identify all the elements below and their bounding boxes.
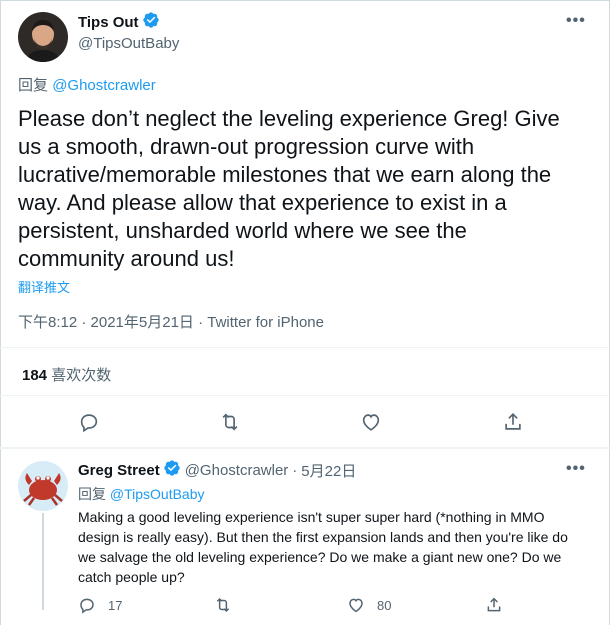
reply-prefix: 回复 xyxy=(78,486,106,502)
author-handle[interactable]: @TipsOutBaby xyxy=(78,35,179,52)
likes-summary[interactable]: 184 喜欢次数 xyxy=(22,364,111,385)
more-options-icon[interactable]: ••• xyxy=(566,12,586,30)
reply-author-handle[interactable]: @Ghostcrawler xyxy=(185,462,289,479)
more-options-icon[interactable]: ••• xyxy=(566,460,586,478)
author-name[interactable]: Tips Out xyxy=(78,14,139,31)
translate-tweet-link[interactable]: 翻译推文 xyxy=(18,277,70,296)
likes-count: 184 xyxy=(22,367,48,384)
verified-badge-icon xyxy=(142,11,160,34)
like-count: 80 xyxy=(377,597,392,613)
heart-icon xyxy=(349,598,363,613)
greg-street-avatar[interactable] xyxy=(18,461,68,511)
divider xyxy=(0,347,610,348)
reply-replying-to: 回复 @TipsOutBaby xyxy=(78,484,205,504)
tweet-text: Please don’t neglect the leveling experi… xyxy=(18,106,560,271)
retweet-button[interactable] xyxy=(214,596,232,614)
heart-icon xyxy=(362,414,380,431)
replying-to: 回复 @Ghostcrawler xyxy=(18,74,156,95)
reply-to-link[interactable]: @TipsOutBaby xyxy=(110,486,205,502)
reply-button[interactable]: 17 xyxy=(78,596,122,614)
retweet-button[interactable] xyxy=(219,411,241,433)
share-button[interactable] xyxy=(485,596,503,614)
retweet-icon xyxy=(222,413,238,431)
reply-icon xyxy=(80,414,98,433)
reply-button[interactable] xyxy=(78,411,100,433)
reply-icon xyxy=(80,598,94,614)
divider xyxy=(0,395,610,396)
tips-out-avatar[interactable] xyxy=(18,12,68,62)
reply-count: 17 xyxy=(108,597,123,613)
share-button[interactable] xyxy=(502,411,524,433)
share-icon xyxy=(505,413,521,430)
tweet-timestamp[interactable]: 下午8:12 · 2021年5月21日 · Twitter for iPhone xyxy=(18,311,324,332)
reply-tweet-text: Making a good leveling experience isn't … xyxy=(78,509,568,585)
divider xyxy=(0,447,610,449)
reply-author-name[interactable]: Greg Street xyxy=(78,462,160,479)
separator-dot: · xyxy=(292,461,298,479)
reply-date[interactable]: 5月22日 xyxy=(301,460,356,481)
reply-prefix: 回复 xyxy=(18,77,49,94)
reply-to-link[interactable]: @Ghostcrawler xyxy=(52,77,156,94)
retweet-icon xyxy=(216,597,230,613)
thread-line xyxy=(42,513,44,610)
verified-badge-icon xyxy=(163,459,181,482)
like-button[interactable] xyxy=(360,411,382,433)
like-button[interactable]: 80 xyxy=(347,596,391,614)
likes-label: 喜欢次数 xyxy=(51,367,112,384)
share-icon xyxy=(487,597,501,612)
